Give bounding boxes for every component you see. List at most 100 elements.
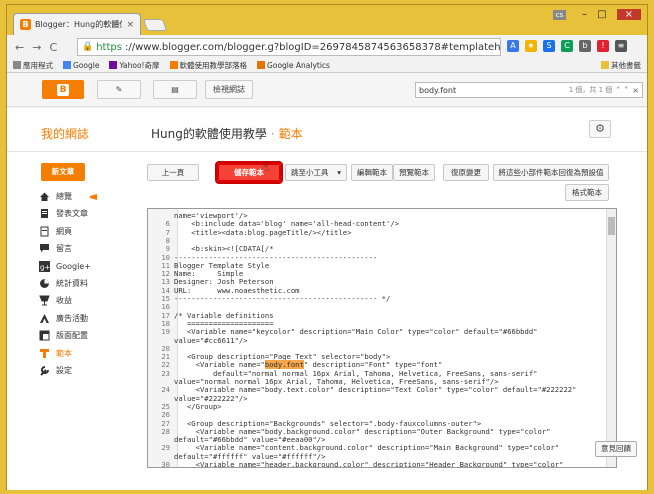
line-number: 28 — [161, 426, 170, 436]
line-number: 6 — [165, 219, 170, 229]
browser-tab[interactable]: B Blogger：Hung的軟體使 × — [13, 13, 141, 35]
code-line: 7 <title><data:blog.pageTitle/></title> — [148, 227, 606, 237]
url-text: ://www.blogger.com/blogger.g?blogID=2697… — [124, 41, 501, 53]
earnings-icon — [39, 295, 50, 306]
tab-close-icon[interactable]: × — [126, 20, 134, 30]
bookmark-star-icon[interactable]: ★ — [525, 40, 537, 52]
comments-icon — [39, 243, 50, 254]
sidebar-item-posts[interactable]: 發表文章 — [39, 206, 139, 221]
revert-widgets-button[interactable]: 將這些小部件範本回復為預設值 — [493, 164, 609, 181]
page-title: Hung的軟體使用教學 · 範本 — [151, 125, 303, 142]
save-template-button[interactable]: 儲存範本 — [215, 161, 283, 184]
gear-icon[interactable]: ⚙ — [589, 120, 611, 138]
scrollbar-thumb[interactable] — [608, 217, 615, 235]
edit-template-button[interactable]: 編輯範本 — [351, 164, 393, 181]
pencil-icon: ✎ — [115, 85, 123, 94]
bookmark-analytics[interactable]: Google Analytics — [257, 61, 330, 70]
sidebar-item-comments[interactable]: 留言 — [39, 241, 139, 256]
template-icon — [39, 348, 50, 359]
bookmark-yahoo[interactable]: Yahoo!奇摩 — [109, 60, 160, 71]
document-icon: ▤ — [171, 85, 179, 94]
back-icon[interactable]: ← — [15, 41, 24, 54]
user-badge[interactable]: cs — [552, 9, 567, 20]
apps-icon — [13, 61, 21, 69]
other-bookmarks[interactable]: 其他書籤 — [601, 60, 641, 71]
feedback-button[interactable]: 意見回饋 — [595, 441, 637, 457]
maximize-button[interactable]: □ — [597, 9, 606, 20]
find-count: 1 個，共 1 個 — [568, 86, 613, 94]
code-editor[interactable]: name='viewport'/> 6 <b:include data='blog… — [147, 208, 617, 468]
sidebar-item-layout[interactable]: 版面配置 — [39, 328, 139, 343]
code-line: 15 --------------------------------------… — [148, 295, 606, 303]
sidebar-item-campaigns[interactable]: 廣告活動 — [39, 311, 139, 326]
adblock-icon[interactable]: ! — [597, 40, 609, 52]
bookmark-blog[interactable]: 軟體使用教學部落格 — [169, 60, 247, 71]
bookmark-apps[interactable]: 應用程式 — [13, 60, 53, 71]
blog-title: Hung的軟體使用教學 — [151, 127, 267, 141]
analytics-icon — [257, 61, 266, 69]
format-template-button[interactable]: 格式範本 — [565, 184, 609, 201]
bookmarks-bar: 應用程式 Google Yahoo!奇摩 軟體使用教學部落格 Google An… — [7, 59, 647, 73]
sidebar-item-template[interactable]: 範本 — [39, 346, 139, 361]
blogger-toolbar: B ✎ ▤ 檢視網誌 body.font 1 個，共 1 個 ˄ ˅ × — [7, 73, 647, 107]
s-extension-icon[interactable]: S — [543, 40, 555, 52]
my-blogs-link[interactable]: 我的網誌 — [41, 125, 89, 142]
line-number: 7 — [165, 227, 170, 237]
editor-scrollbar[interactable] — [606, 209, 616, 467]
close-window-button[interactable]: × — [616, 9, 641, 20]
line-code: <title><data:blog.pageTitle/></title> — [174, 227, 352, 237]
find-next-icon[interactable]: ˅ — [624, 86, 628, 95]
code-line: value="#cc6611"/> — [148, 336, 606, 345]
preview-template-button[interactable]: 預覽範本 — [393, 164, 435, 181]
minimize-button[interactable]: – — [582, 9, 587, 20]
sidebar-item-overview[interactable]: 總覽 — [39, 189, 139, 204]
window-controls: cs – □ × — [552, 9, 641, 20]
section-title: 範本 — [278, 127, 303, 141]
blogger-favicon-icon: B — [20, 19, 31, 30]
blogger-home-button[interactable]: B — [42, 80, 84, 99]
new-post-button[interactable]: 新文章 — [41, 163, 85, 181]
bookmark-google[interactable]: Google — [63, 61, 99, 70]
sidebar-item-earnings[interactable]: 收益 — [39, 293, 139, 308]
view-blog-button[interactable]: 檢視網誌 — [205, 80, 253, 99]
new-tab-button[interactable] — [142, 19, 168, 31]
tab-strip: B Blogger：Hung的軟體使 × cs – □ × — [7, 5, 647, 35]
reload-icon[interactable]: C — [49, 41, 57, 54]
find-close-icon[interactable]: × — [632, 86, 639, 95]
translate-ext-icon[interactable]: b — [579, 40, 591, 52]
sidebar-item-stats[interactable]: 統計資料 — [39, 276, 139, 291]
jump-widget-label: 跳至小工具 — [291, 168, 329, 177]
line-number: 23 — [161, 368, 170, 378]
find-prev-icon[interactable]: ˄ — [616, 86, 620, 95]
find-input[interactable]: body.font — [419, 86, 565, 95]
posts-list-button[interactable]: ▤ — [153, 80, 197, 99]
lock-icon: 🔒 — [82, 42, 94, 52]
sidebar-item-googleplus[interactable]: g+ Google+ — [39, 259, 139, 274]
revert-changes-button[interactable]: 復原變更 — [443, 164, 489, 181]
forward-icon[interactable]: → — [32, 41, 41, 54]
sidebar-item-pages[interactable]: 網頁 — [39, 224, 139, 239]
translate-icon[interactable]: A — [507, 40, 519, 52]
line-number: 9 — [165, 244, 170, 254]
url-input[interactable]: 🔒 https ://www.blogger.com/blogger.g?blo… — [77, 38, 501, 56]
c-extension-icon[interactable]: C — [561, 40, 573, 52]
folder-icon — [601, 61, 609, 69]
layout-icon — [39, 330, 50, 341]
url-scheme: https — [96, 41, 122, 53]
svg-text:g+: g+ — [40, 263, 50, 271]
stats-icon — [39, 278, 50, 289]
pages-icon — [39, 226, 50, 237]
blogger-page: 我的網誌 Hung的軟體使用教學 · 範本 ⚙ 新文章 總覽 發表文章 網頁 留言 … — [7, 108, 647, 490]
jump-to-widget-dropdown[interactable]: 跳至小工具 ▾ — [285, 164, 347, 181]
googleplus-icon: g+ — [39, 260, 50, 272]
new-post-pencil-button[interactable]: ✎ — [97, 80, 141, 99]
line-number: 24 — [161, 385, 170, 395]
line-number: 29 — [161, 443, 170, 453]
sidebar-item-settings[interactable]: 設定 — [39, 363, 139, 378]
back-button[interactable]: 上一頁 — [147, 164, 199, 181]
wrench-icon — [39, 365, 50, 376]
find-bar: body.font 1 個，共 1 個 ˄ ˅ × — [415, 82, 643, 98]
menu-icon[interactable]: ≡ — [615, 40, 627, 52]
line-number: 26 — [161, 410, 170, 420]
blogger-icon — [169, 61, 178, 69]
